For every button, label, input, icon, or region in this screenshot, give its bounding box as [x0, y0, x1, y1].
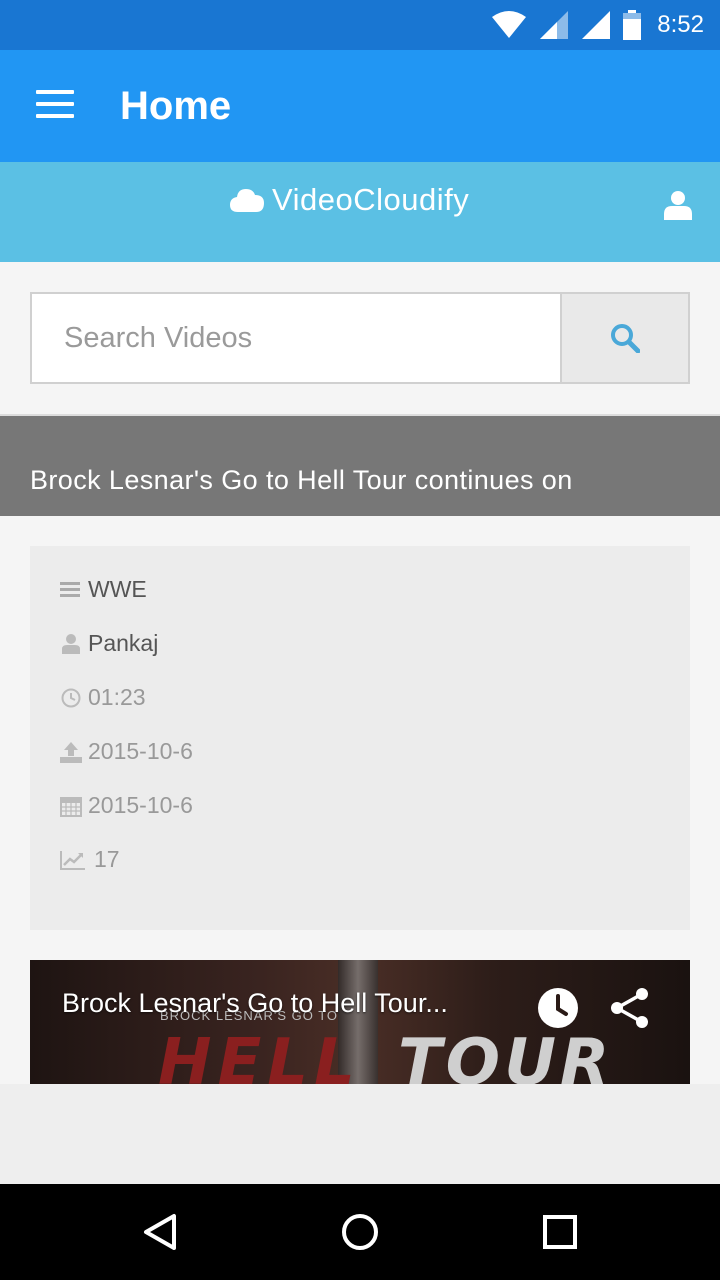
system-nav-bar [0, 1184, 720, 1280]
upload-icon [60, 741, 82, 763]
brand-bar: VideoCloudify [0, 162, 720, 262]
meta-category: WWE [60, 576, 147, 603]
recents-icon[interactable] [540, 1212, 580, 1252]
app-bar: Home [0, 50, 720, 162]
menu-icon[interactable] [36, 90, 76, 122]
video-title: Brock Lesnar's Go to Hell Tour... [62, 988, 448, 1018]
battery-icon [623, 10, 642, 40]
meta-duration-value: 01:23 [88, 684, 146, 710]
status-icons: 8:52 [491, 8, 704, 42]
signal-full-icon [582, 11, 611, 39]
meta-date-value: 2015-10-6 [88, 792, 193, 818]
video-card[interactable]: BROCK LESNAR'S GO TO HELL TOUR Brock Les… [30, 960, 690, 1084]
status-bar: 8:52 [0, 0, 720, 50]
meta-views-value: 17 [94, 846, 120, 872]
search-bar [30, 292, 690, 384]
share-icon[interactable] [608, 986, 652, 1030]
brand-name: VideoCloudify [272, 182, 470, 217]
thumbnail-word-1: HELL [158, 1026, 361, 1084]
cloud-icon [230, 189, 264, 212]
thumbnail-word-2: TOUR [398, 1026, 614, 1084]
clock-small-icon [60, 687, 82, 709]
meta-author: Pankaj [60, 630, 158, 657]
meta-views: 17 [60, 846, 120, 873]
status-time: 8:52 [657, 11, 704, 38]
main-content: Brock Lesnar's Go to Hell Tour continues… [0, 262, 720, 1084]
back-icon[interactable] [140, 1212, 180, 1252]
wifi-icon [492, 11, 527, 38]
trend-icon [60, 849, 86, 871]
meta-date: 2015-10-6 [60, 792, 193, 819]
meta-category-value: WWE [88, 576, 147, 602]
list-icon [60, 579, 82, 601]
meta-uploaded-value: 2015-10-6 [88, 738, 193, 764]
watch-later-icon[interactable] [536, 986, 580, 1030]
home-icon[interactable] [340, 1212, 380, 1252]
page-title: Home [120, 84, 232, 128]
brand-logo[interactable]: VideoCloudify [230, 182, 469, 218]
calendar-icon [60, 795, 82, 817]
empty-area [0, 1084, 720, 1184]
search-icon [611, 324, 640, 353]
user-icon[interactable] [664, 190, 692, 220]
headline-line1: Brock Lesnar's Go to Hell Tour continues… [30, 465, 573, 495]
meta-duration: 01:23 [60, 684, 146, 711]
video-meta-card: WWE Pankaj 01:23 2015-10-6 2015-10-6 17 [30, 546, 690, 930]
search-button[interactable] [562, 292, 690, 384]
search-input[interactable] [30, 292, 562, 384]
user-small-icon [60, 633, 82, 655]
meta-uploaded: 2015-10-6 [60, 738, 193, 765]
meta-author-value: Pankaj [88, 630, 159, 656]
signal-icon [540, 11, 569, 39]
